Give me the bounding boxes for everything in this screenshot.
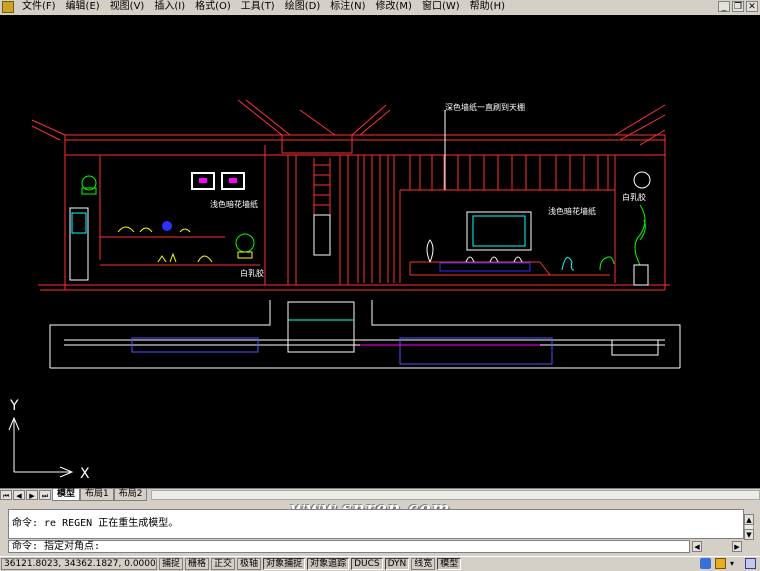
next-tab-icon[interactable]: ▶ bbox=[26, 490, 38, 500]
minimize-icon[interactable]: _ bbox=[718, 1, 730, 12]
horizontal-scrollbar[interactable] bbox=[151, 490, 760, 500]
ladder bbox=[313, 158, 331, 215]
scroll-down-icon[interactable]: ▼ bbox=[744, 529, 754, 540]
status-bar: 36121.8023, 34362.1827, 0.0000 捕捉 栅格 正交 … bbox=[0, 556, 760, 571]
command-history-line: 命令: re REGEN 正在重生成模型。 bbox=[12, 518, 179, 529]
command-input[interactable]: 命令: 指定对角点: bbox=[8, 540, 690, 553]
decor-left bbox=[69, 175, 255, 281]
tab-layout1[interactable]: 布局1 bbox=[80, 489, 114, 501]
label-cabinet-left: 白乳胶 bbox=[240, 268, 264, 278]
clean-screen-icon[interactable] bbox=[745, 558, 756, 569]
scroll-left-icon[interactable]: ◀ bbox=[692, 541, 702, 552]
coordinate-readout: 36121.8023, 34362.1827, 0.0000 bbox=[1, 558, 157, 570]
tab-layout2[interactable]: 布局2 bbox=[113, 489, 148, 501]
wood-grain bbox=[357, 155, 609, 283]
menu-help[interactable]: 帮助(H) bbox=[465, 0, 510, 14]
menu-edit[interactable]: 编辑(E) bbox=[61, 0, 105, 14]
label-left-wall: 浅色暗花墙纸 bbox=[210, 199, 258, 209]
drawing-canvas[interactable]: 深色墙纸一直刷到天棚 浅色暗花墙纸 浅色暗花墙纸 白乳胶 白乳胶 Y X bbox=[0, 15, 760, 488]
toggle-ortho[interactable]: 正交 bbox=[211, 558, 236, 570]
close-icon[interactable]: ✕ bbox=[746, 1, 758, 12]
command-area: www.snren.com 命令: re REGEN 正在重生成模型。 ▲ ▼ … bbox=[0, 499, 760, 556]
communication-icon[interactable] bbox=[700, 558, 711, 569]
tv-cabinet bbox=[439, 262, 531, 272]
toggle-polar[interactable]: 极轴 bbox=[237, 558, 262, 570]
restore-icon[interactable]: ❐ bbox=[732, 1, 744, 12]
floor-plan bbox=[49, 300, 681, 369]
tv-screen bbox=[472, 215, 526, 247]
toggle-grid[interactable]: 栅格 bbox=[185, 558, 210, 570]
toggle-snap[interactable]: 捕捉 bbox=[159, 558, 184, 570]
cad-drawing: 深色墙纸一直刷到天棚 浅色暗花墙纸 浅色暗花墙纸 白乳胶 白乳胶 Y X bbox=[8, 99, 681, 482]
ucs-icon bbox=[8, 416, 74, 478]
tab-model[interactable]: 模型 bbox=[52, 489, 81, 501]
command-history: 命令: re REGEN 正在重生成模型。 bbox=[8, 509, 744, 539]
menu-format[interactable]: 格式(O) bbox=[190, 0, 236, 14]
ucs-x-label: X bbox=[80, 466, 90, 482]
toggle-otrack[interactable]: 对象追踪 bbox=[307, 558, 350, 570]
picture-content-left bbox=[199, 178, 207, 183]
menu-dimension[interactable]: 标注(N) bbox=[325, 0, 370, 14]
lock-icon[interactable] bbox=[715, 558, 726, 569]
ceiling-lines bbox=[31, 99, 670, 291]
menu-draw[interactable]: 绘图(D) bbox=[280, 0, 326, 14]
decor-right bbox=[426, 171, 651, 271]
tv-frame bbox=[466, 211, 532, 251]
app-icon[interactable] bbox=[2, 1, 14, 13]
last-tab-icon[interactable]: ⏭ bbox=[39, 490, 51, 500]
status-tray: ▾ bbox=[700, 558, 756, 569]
toggle-osnap[interactable]: 对象捕捉 bbox=[263, 558, 306, 570]
first-tab-icon[interactable]: ⏮ bbox=[0, 490, 12, 500]
toggle-lineweight[interactable]: 线宽 bbox=[411, 558, 436, 570]
toggle-ducs[interactable]: DUCS bbox=[351, 558, 383, 570]
plant-right bbox=[599, 204, 649, 286]
sculpture bbox=[313, 214, 331, 256]
scroll-right-icon[interactable]: ▶ bbox=[732, 541, 742, 552]
menu-arrow-icon[interactable]: ▾ bbox=[730, 558, 741, 569]
toggle-dyn[interactable]: DYN bbox=[384, 558, 410, 570]
label-right-wall: 浅色暗花墙纸 bbox=[548, 206, 596, 216]
picture-content-right bbox=[229, 178, 237, 183]
prev-tab-icon[interactable]: ◀ bbox=[13, 490, 25, 500]
menu-view[interactable]: 视图(V) bbox=[105, 0, 150, 14]
label-top: 深色墙纸一直刷到天棚 bbox=[445, 102, 525, 112]
label-cabinet-right: 白乳胶 bbox=[622, 192, 646, 202]
plan-furniture bbox=[131, 337, 553, 365]
ucs-y-label: Y bbox=[9, 398, 19, 414]
menu-window[interactable]: 窗口(W) bbox=[417, 0, 465, 14]
menu-modify[interactable]: 修改(M) bbox=[371, 0, 417, 14]
toggle-model[interactable]: 模型 bbox=[437, 558, 462, 570]
menu-tools[interactable]: 工具(T) bbox=[236, 0, 280, 14]
menu-insert[interactable]: 插入(I) bbox=[149, 0, 190, 14]
menu-file[interactable]: 文件(F) bbox=[17, 0, 61, 14]
menubar: 文件(F) 编辑(E) 视图(V) 插入(I) 格式(O) 工具(T) 绘图(D… bbox=[0, 0, 760, 14]
scroll-up-icon[interactable]: ▲ bbox=[744, 514, 754, 525]
